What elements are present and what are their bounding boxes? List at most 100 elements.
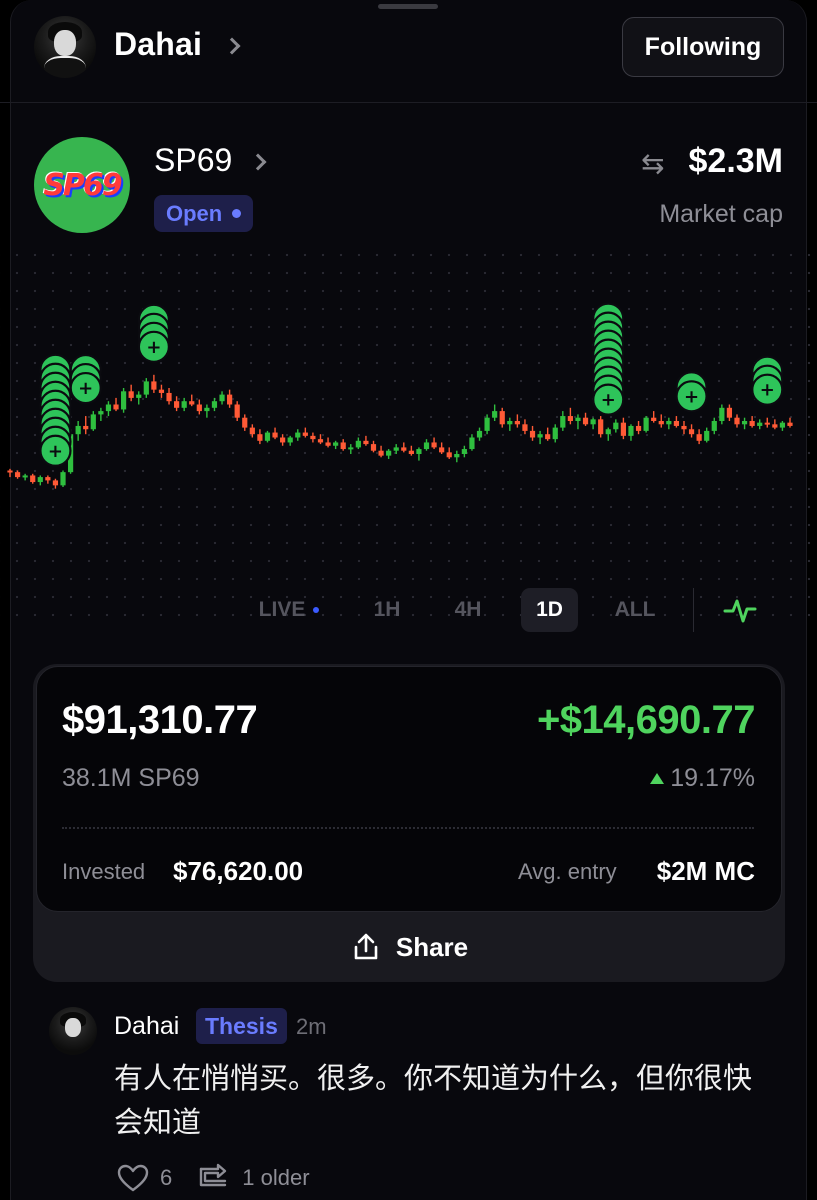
invested-value: $76,620.00 [173, 856, 304, 886]
following-button[interactable]: Following [622, 17, 784, 77]
candle [378, 445, 384, 458]
candle [635, 421, 642, 435]
candle [287, 435, 293, 446]
candle [719, 404, 725, 425]
candle [181, 397, 187, 412]
candle [363, 435, 369, 446]
candle [143, 378, 149, 398]
candle [310, 432, 316, 443]
candle [469, 434, 475, 451]
candle [666, 417, 672, 430]
buy-marker[interactable]: + [751, 355, 784, 406]
buy-marker[interactable]: + [592, 302, 625, 416]
candle [476, 427, 483, 441]
tab-all[interactable]: ALL [603, 588, 667, 632]
candle [673, 416, 680, 428]
thesis-badge: Thesis [196, 1008, 287, 1044]
candle [529, 425, 536, 441]
candle [393, 444, 399, 454]
chevron-right-icon[interactable] [223, 37, 241, 55]
candle [272, 427, 278, 440]
candle [14, 470, 21, 479]
candle [128, 384, 134, 402]
up-triangle-icon [650, 773, 665, 784]
candle [590, 417, 596, 430]
price-chart[interactable]: + + + + + + [0, 240, 817, 630]
older-replies-link[interactable]: 1 older [242, 1165, 309, 1191]
candle [734, 414, 740, 428]
comment-author[interactable]: Dahai [114, 1012, 179, 1041]
comment-text: 有人在悄悄买。很多。你不知道为什么，但你很快会知道 [114, 1061, 753, 1139]
tab-1d[interactable]: 1D [521, 588, 578, 632]
divider [62, 827, 754, 829]
token-name[interactable]: SP69 [154, 142, 232, 179]
pnl-percent: 19.17% [650, 764, 755, 793]
candle [370, 440, 377, 453]
candle [613, 419, 619, 433]
swap-arrows-icon[interactable]: ⇆ [641, 147, 664, 180]
candle [582, 412, 589, 426]
buy-marker[interactable]: + [675, 371, 708, 413]
candle [658, 414, 664, 428]
buy-marker[interactable]: + [39, 353, 72, 467]
share-button[interactable]: Share [33, 912, 785, 982]
tab-live[interactable]: LIVE [244, 588, 334, 632]
status-badge: Open [154, 195, 254, 232]
avg-entry-label: Avg. entry [518, 859, 617, 884]
candle [7, 468, 13, 478]
candle [295, 429, 301, 441]
candle [446, 447, 452, 459]
candle [423, 439, 430, 451]
token-logo[interactable]: SP69 [34, 137, 130, 233]
avatar[interactable] [34, 16, 96, 78]
plus-icon: + [146, 337, 161, 358]
reply-thread-icon[interactable] [198, 1163, 230, 1193]
buy-marker[interactable]: + [69, 353, 102, 405]
candle [461, 445, 467, 458]
candle [598, 416, 604, 438]
candle [242, 414, 248, 431]
candle [492, 404, 498, 421]
candle [628, 424, 634, 441]
invested-label: Invested [62, 859, 146, 884]
candle [136, 391, 142, 405]
market-cap-label: Market cap [659, 200, 783, 228]
candle [317, 434, 324, 445]
candle [787, 417, 793, 428]
candle [779, 421, 786, 431]
candle [439, 442, 445, 454]
candle [98, 407, 104, 421]
candle [401, 442, 407, 453]
heart-icon[interactable] [116, 1163, 150, 1193]
candle [302, 427, 308, 438]
candle [545, 427, 551, 441]
candle [257, 429, 263, 445]
candle [620, 417, 626, 440]
candle [333, 440, 339, 450]
tab-1h[interactable]: 1H [360, 588, 414, 632]
tab-4h[interactable]: 4H [440, 588, 496, 632]
candle [507, 417, 513, 431]
candle [772, 419, 778, 430]
candle [174, 396, 180, 412]
candle [30, 473, 36, 484]
candle [643, 416, 649, 433]
candle [264, 430, 271, 443]
profile-username[interactable]: Dahai [114, 26, 202, 63]
candle [696, 429, 702, 445]
candle [45, 475, 51, 484]
candle [166, 388, 172, 405]
candle [416, 447, 422, 461]
position-pnl: +$14,690.77 [536, 698, 756, 742]
candle [189, 394, 195, 407]
candle [651, 411, 657, 423]
candle [454, 450, 460, 463]
candle [537, 430, 543, 445]
candle [386, 449, 392, 459]
candle [749, 416, 755, 428]
buy-marker[interactable]: + [137, 303, 170, 363]
candle [348, 444, 354, 454]
comment-avatar[interactable] [49, 1007, 97, 1055]
candle [408, 445, 414, 456]
chart-type-icon[interactable] [717, 588, 763, 632]
